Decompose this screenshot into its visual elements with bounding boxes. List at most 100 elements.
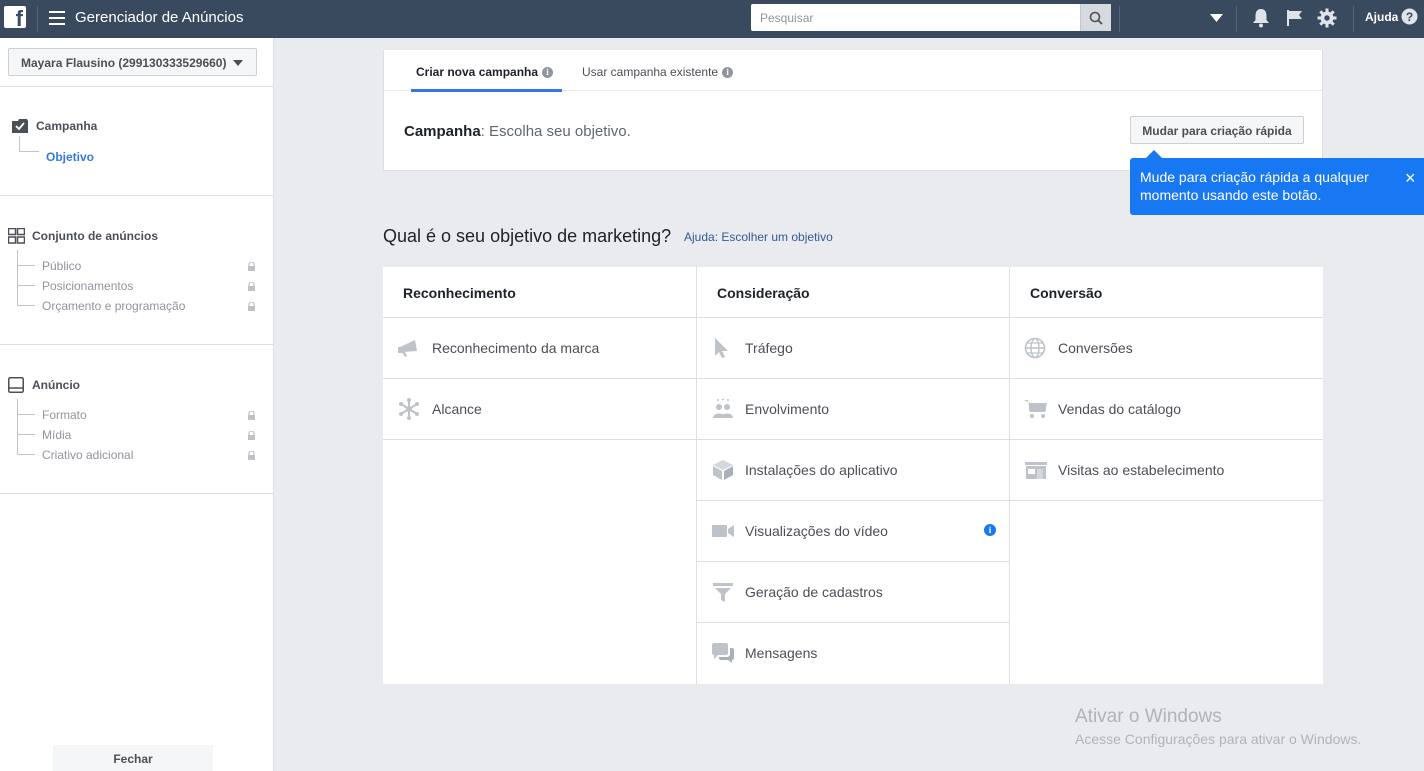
lock-icon [248, 411, 255, 420]
objective-traffic[interactable]: Tráfego [697, 318, 1009, 379]
search-icon [1089, 11, 1103, 25]
tab-label: Criar nova campanha [416, 65, 539, 79]
close-icon[interactable]: × [1405, 169, 1416, 187]
sidebar-label: Anúncio [32, 378, 80, 392]
app-title: Gerenciador de Anúncios [75, 9, 244, 26]
tree-line [17, 305, 35, 306]
flag-icon[interactable] [1286, 9, 1304, 27]
globe-icon [1024, 337, 1046, 359]
sidebar-item-creative[interactable]: Criativo adicional [42, 448, 133, 462]
tree-line [17, 265, 35, 266]
facebook-logo-icon[interactable]: f [4, 6, 26, 28]
objective-engagement[interactable]: Envolvimento [697, 379, 1009, 440]
video-icon [712, 525, 734, 537]
chat-icon [712, 643, 734, 663]
column-consideration: Consideração Tráfego Envolvimento Instal… [697, 267, 1009, 684]
divider [0, 344, 273, 345]
sidebar: Mayara Flausino (299130333529660) Campan… [0, 38, 274, 771]
tooltip-text: Mude para criação rápida a qualquer mome… [1140, 169, 1369, 203]
objective-label: Alcance [432, 401, 482, 417]
objective-store-visits[interactable]: Visitas ao estabelecimento [1010, 440, 1323, 501]
divider [1353, 6, 1354, 32]
help-icon[interactable]: ? [1401, 8, 1418, 25]
gear-icon[interactable] [1317, 8, 1337, 28]
sidebar-section-adset[interactable]: Conjunto de anúncios [8, 228, 158, 244]
tab-bar: Criar nova campanha i Usar campanha exis… [384, 50, 1322, 92]
close-button[interactable]: Fechar [53, 745, 213, 771]
tab-existing-campaign[interactable]: Usar campanha existente i [582, 65, 734, 79]
campaign-heading: Campanha: Escolha seu objetivo. [404, 123, 631, 140]
info-icon[interactable]: i [722, 66, 734, 78]
column-title: Conversão [1010, 267, 1323, 318]
grid-icon [8, 228, 25, 244]
tree-line [17, 414, 35, 415]
people-icon [713, 398, 733, 418]
bell-icon[interactable] [1252, 8, 1270, 28]
objective-video-views[interactable]: Visualizações do vídeo i [697, 501, 1009, 562]
svg-text:?: ? [1406, 10, 1413, 24]
objectives-grid: Reconhecimento Reconhecimento da marca A… [383, 267, 1323, 684]
sidebar-label: Conjunto de anúncios [32, 229, 158, 243]
objective-question: Qual é o seu objetivo de marketing? [383, 226, 672, 246]
objective-catalog-sales[interactable]: Vendas do catálogo [1010, 379, 1323, 440]
dropdown-icon[interactable] [1210, 14, 1223, 23]
menu-icon[interactable] [49, 11, 65, 25]
tab-label: Usar campanha existente [582, 65, 719, 79]
objective-label: Visualizações do vídeo [745, 523, 888, 539]
reach-icon [399, 398, 419, 420]
lock-icon [248, 282, 255, 291]
cart-icon [1024, 400, 1047, 418]
sidebar-item-placements[interactable]: Posicionamentos [42, 279, 133, 293]
objective-label: Conversões [1058, 340, 1133, 356]
account-selector[interactable]: Mayara Flausino (299130333529660) [8, 48, 257, 76]
campaign-objective-text: : Escolha seu objetivo. [480, 123, 631, 140]
info-icon[interactable]: i [542, 66, 554, 78]
objective-messages[interactable]: Mensagens [697, 623, 1009, 684]
divider [0, 493, 273, 494]
windows-activation-title: Ativar o Windows [1075, 706, 1222, 727]
quick-creation-button[interactable]: Mudar para criação rápida [1130, 116, 1304, 144]
active-tab-indicator [411, 89, 562, 92]
column-title: Reconhecimento [383, 267, 696, 318]
sidebar-item-format[interactable]: Formato [42, 408, 87, 422]
campaign-label: Campanha [404, 123, 481, 140]
sidebar-item-audience[interactable]: Público [42, 259, 81, 273]
sidebar-item-budget[interactable]: Orçamento e programação [42, 299, 185, 313]
sidebar-item-media[interactable]: Mídia [42, 428, 71, 442]
sidebar-item-objective[interactable]: Objetivo [46, 150, 94, 164]
windows-activation-subtitle: Acesse Configurações para ativar o Windo… [1075, 731, 1362, 747]
column-conversion: Conversão Conversões Vendas do catálogo [1010, 267, 1323, 684]
objective-lead-generation[interactable]: Geração de cadastros [697, 562, 1009, 623]
sidebar-section-campaign[interactable]: Campanha [12, 119, 97, 133]
tab-create-campaign[interactable]: Criar nova campanha i [416, 65, 554, 79]
help-objective-link[interactable]: Ajuda: Escolher um objetivo [684, 230, 833, 244]
account-name: Mayara Flausino (299130333529660) [21, 56, 227, 70]
column-awareness: Reconhecimento Reconhecimento da marca A… [383, 267, 696, 684]
lock-icon [248, 262, 255, 271]
tree-line [17, 250, 18, 306]
tree-line [17, 434, 35, 435]
objective-label: Instalações do aplicativo [745, 462, 898, 478]
objective-app-installs[interactable]: Instalações do aplicativo [697, 440, 1009, 501]
search-box [751, 4, 1111, 31]
objective-label: Mensagens [745, 645, 818, 661]
objective-brand-awareness[interactable]: Reconhecimento da marca [383, 318, 696, 379]
tree-line [17, 454, 35, 455]
objective-label: Reconhecimento da marca [432, 340, 600, 356]
info-icon[interactable]: i [984, 524, 996, 536]
objective-label: Visitas ao estabelecimento [1058, 462, 1225, 478]
objective-label: Vendas do catálogo [1058, 401, 1181, 417]
funnel-icon [713, 583, 733, 602]
objective-label: Tráfego [745, 340, 793, 356]
tooltip: Mude para criação rápida a qualquer mome… [1130, 150, 1424, 215]
objective-reach[interactable]: Alcance [383, 379, 696, 440]
sidebar-section-ad[interactable]: Anúncio [8, 377, 80, 393]
store-icon [1025, 462, 1047, 479]
tree-line [17, 285, 35, 286]
search-input[interactable] [751, 4, 1079, 31]
objective-conversions[interactable]: Conversões [1010, 318, 1323, 379]
search-button[interactable] [1080, 4, 1111, 31]
help-label[interactable]: Ajuda [1365, 10, 1398, 24]
lock-icon [248, 431, 255, 440]
lock-icon [248, 302, 255, 311]
